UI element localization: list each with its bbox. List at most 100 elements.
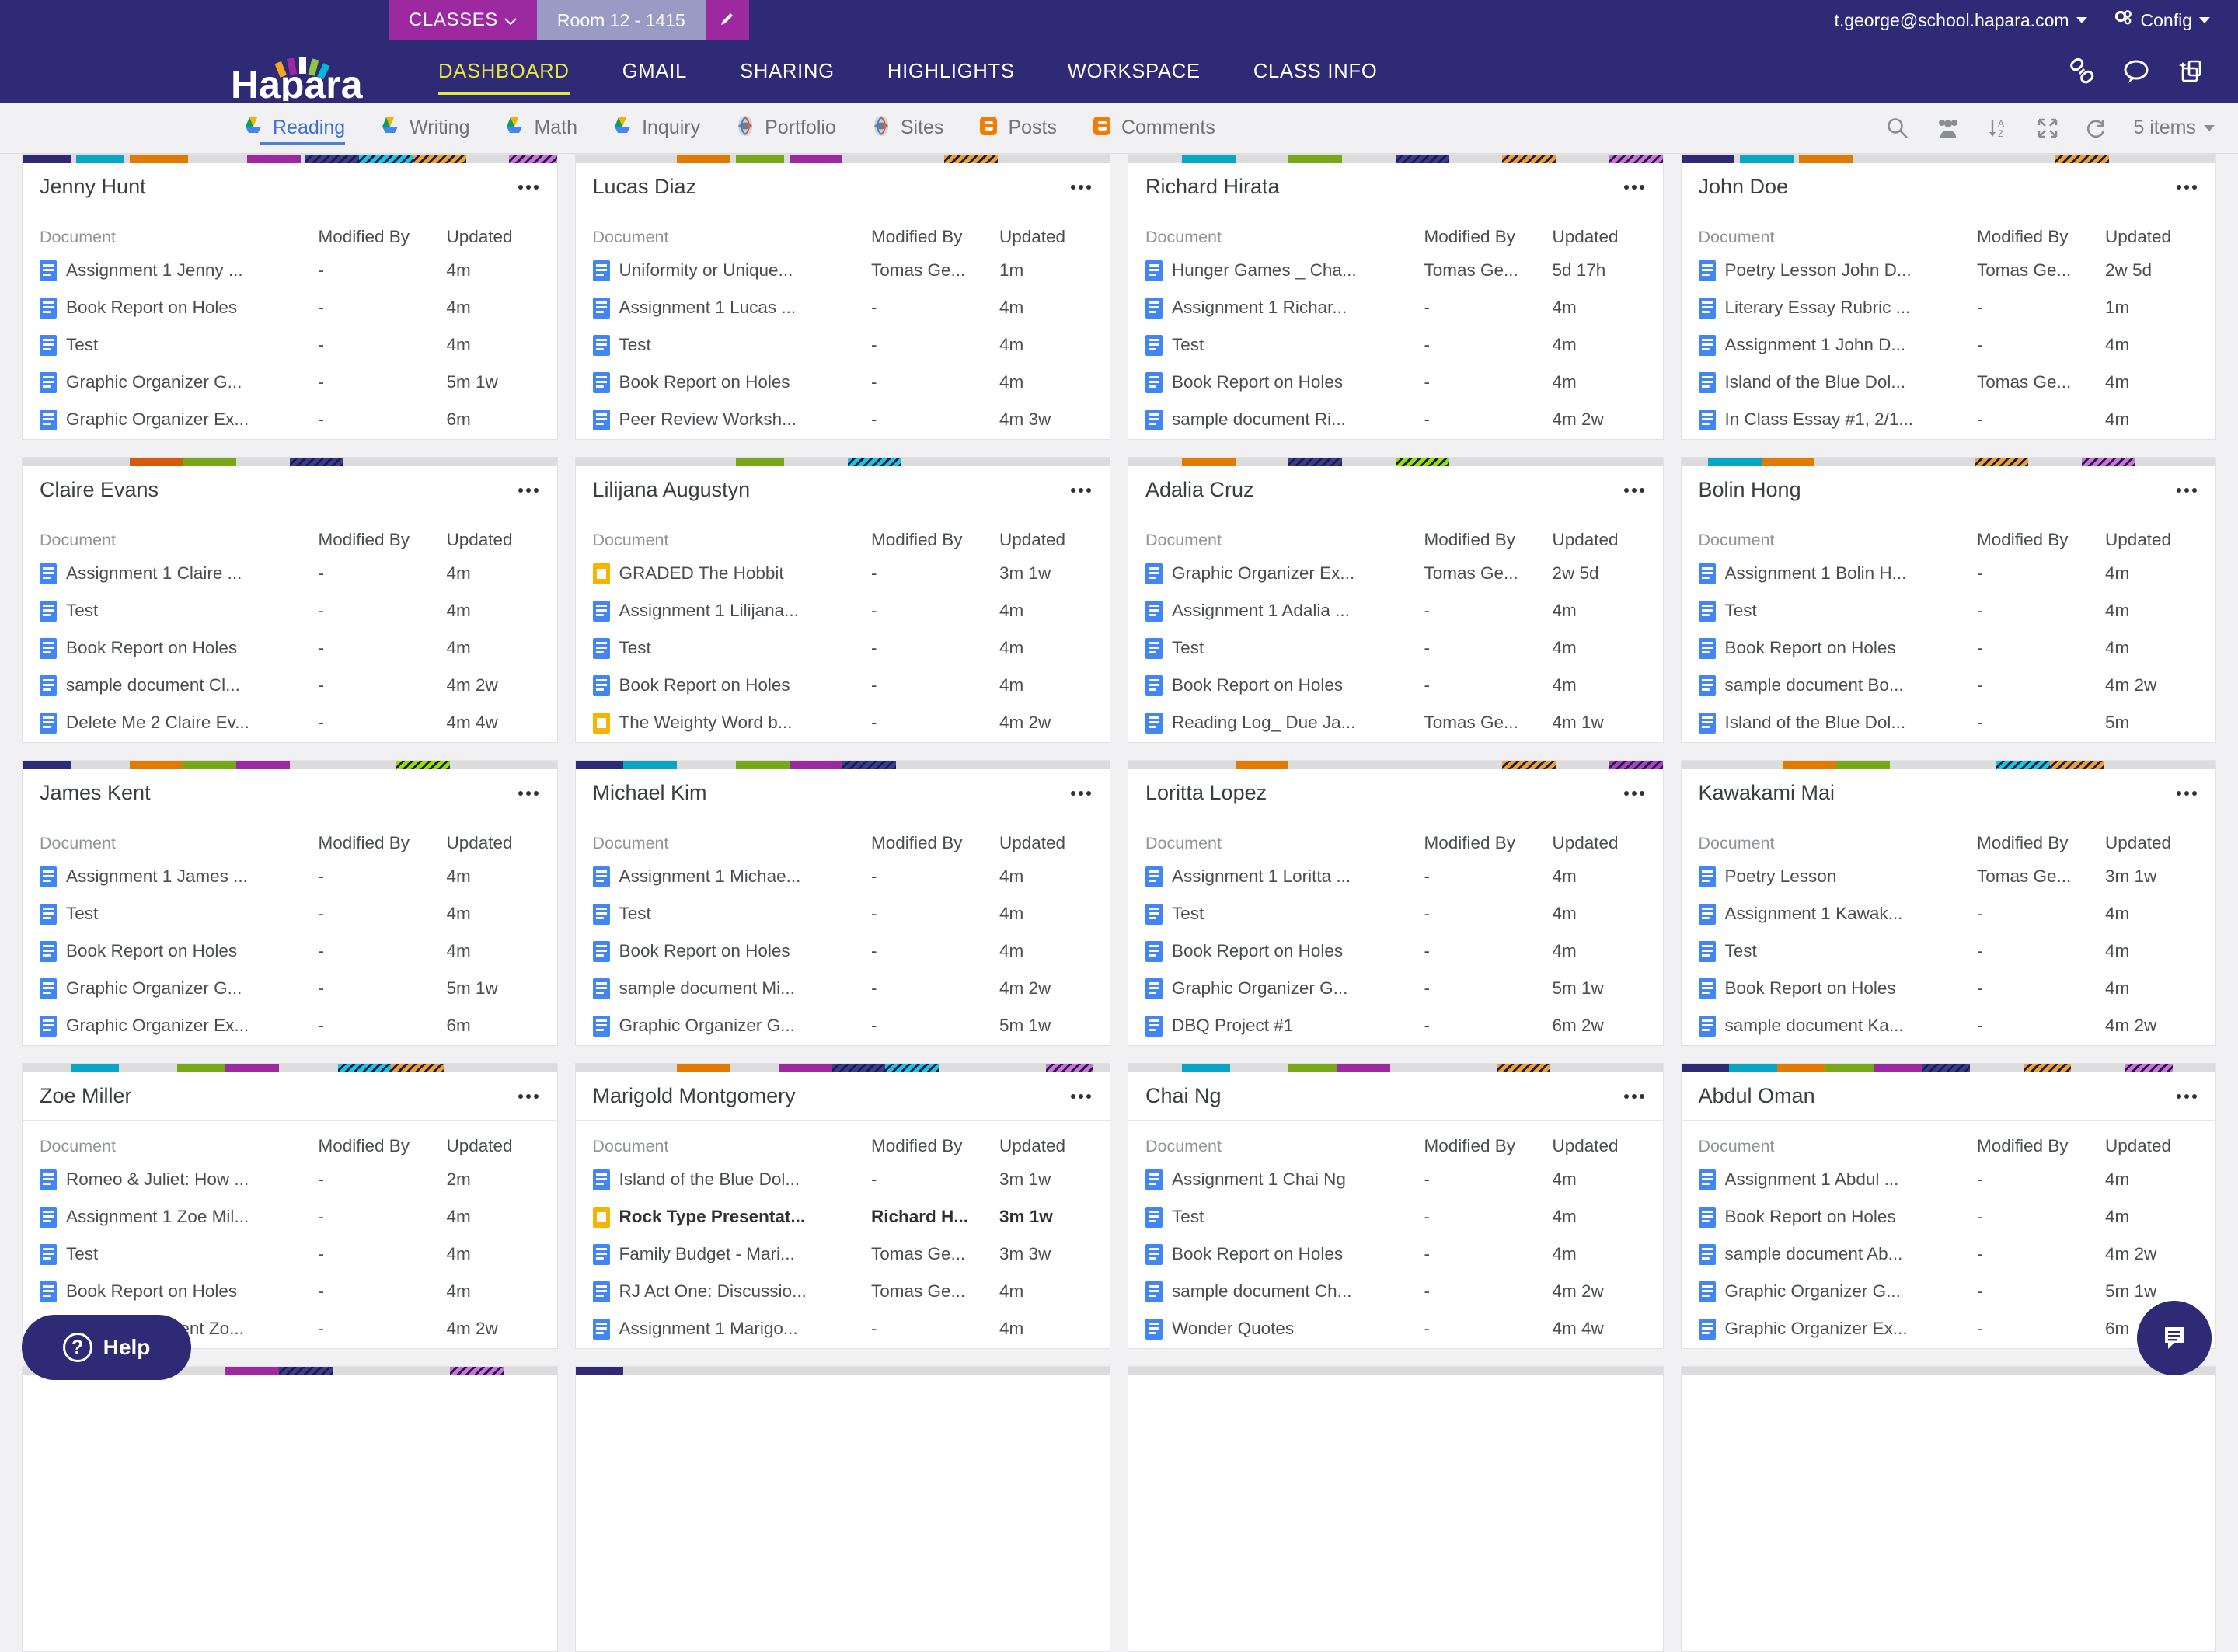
document-cell[interactable]: sample document Ka... xyxy=(1699,1016,1978,1037)
table-row[interactable]: Peer Review Worksh...-4m 3w xyxy=(593,401,1093,438)
table-row[interactable]: sample document Bo...-4m 2w xyxy=(1699,667,2199,704)
table-row[interactable]: Island of the Blue Dol...-5m xyxy=(1699,704,2199,741)
card-overflow-menu-icon[interactable] xyxy=(1623,179,1646,196)
table-row[interactable]: Graphic Organizer Ex...-6m xyxy=(1699,1310,2199,1347)
table-row[interactable]: Assignment 1 Abdul ...-4m xyxy=(1699,1161,2199,1198)
document-cell[interactable]: Island of the Blue Dol... xyxy=(593,1169,872,1190)
card-overflow-menu-icon[interactable] xyxy=(1623,482,1646,499)
nav-link-dashboard[interactable]: DASHBOARD xyxy=(412,40,596,103)
document-cell[interactable]: sample document Ch... xyxy=(1145,1281,1424,1302)
student-card[interactable]: Jenny HuntDocumentModified ByUpdatedAssi… xyxy=(22,154,558,440)
account-menu[interactable]: t.george@school.hapara.com xyxy=(1834,10,2086,31)
student-card[interactable]: James KentDocumentModified ByUpdatedAssi… xyxy=(22,760,558,1046)
table-row[interactable]: Rock Type Presentat...Richard H...3m 1w xyxy=(593,1198,1093,1236)
table-row[interactable]: Assignment 1 Michae...-4m xyxy=(593,858,1093,895)
document-cell[interactable]: Wonder Quotes xyxy=(1145,1319,1424,1340)
document-cell[interactable]: Test xyxy=(593,335,872,356)
table-row[interactable]: Assignment 1 Marigo...-4m xyxy=(593,1310,1093,1347)
edit-class-button[interactable] xyxy=(706,0,749,40)
table-row[interactable]: sample document Ri...-4m 2w xyxy=(1145,401,1646,438)
document-cell[interactable]: Book Report on Holes xyxy=(1145,372,1424,393)
nav-link-class-info[interactable]: CLASS INFO xyxy=(1227,40,1404,103)
document-cell[interactable]: Graphic Organizer G... xyxy=(40,978,319,999)
table-row[interactable]: Assignment 1 Jenny ...-4m xyxy=(40,252,540,289)
document-cell[interactable]: sample document Ab... xyxy=(1699,1244,1978,1265)
student-card[interactable]: Claire EvansDocumentModified ByUpdatedAs… xyxy=(22,457,558,743)
document-cell[interactable]: Delete Me 2 Claire Ev... xyxy=(40,713,319,734)
student-card[interactable]: John DoeDocumentModified ByUpdatedPoetry… xyxy=(1681,154,2217,440)
document-cell[interactable]: Book Report on Holes xyxy=(593,675,872,696)
document-cell[interactable]: Graphic Organizer Ex... xyxy=(1145,563,1424,584)
table-row[interactable]: Test-4m xyxy=(593,326,1093,364)
card-overflow-menu-icon[interactable] xyxy=(2175,179,2198,196)
card-overflow-menu-icon[interactable] xyxy=(1623,785,1646,802)
table-row[interactable]: Graphic Organizer G...-5m 1w xyxy=(1699,1273,2199,1310)
document-cell[interactable]: Book Report on Holes xyxy=(1699,1207,1978,1228)
student-card[interactable] xyxy=(575,1366,1111,1652)
document-cell[interactable]: Hunger Games _ Cha... xyxy=(1145,260,1424,281)
document-cell[interactable]: Book Report on Holes xyxy=(593,372,872,393)
document-cell[interactable]: Reading Log_ Due Ja... xyxy=(1145,713,1424,734)
document-cell[interactable]: Assignment 1 Adalia ... xyxy=(1145,601,1424,622)
document-cell[interactable]: Test xyxy=(40,335,319,356)
tab-comments[interactable]: Comments xyxy=(1074,103,1232,154)
table-row[interactable]: Book Report on Holes-4m xyxy=(1145,1236,1646,1273)
table-row[interactable]: Test-4m xyxy=(40,1236,540,1273)
refresh-icon[interactable] xyxy=(2085,117,2107,139)
table-row[interactable]: Graphic Organizer Ex...Tomas Ge...2w 5d xyxy=(1145,555,1646,592)
card-overflow-menu-icon[interactable] xyxy=(1069,785,1093,802)
table-row[interactable]: Poetry LessonTomas Ge...3m 1w xyxy=(1699,858,2199,895)
document-cell[interactable]: Test xyxy=(40,601,319,622)
tab-reading[interactable]: Reading xyxy=(225,103,362,154)
card-overflow-menu-icon[interactable] xyxy=(2175,1088,2198,1105)
table-row[interactable]: Graphic Organizer G...-5m 1w xyxy=(1145,970,1646,1007)
document-cell[interactable]: Test xyxy=(1145,1207,1424,1228)
card-overflow-menu-icon[interactable] xyxy=(517,785,540,802)
table-row[interactable]: Book Report on Holes-4m xyxy=(1699,970,2199,1007)
document-cell[interactable]: Test xyxy=(1145,904,1424,925)
card-overflow-menu-icon[interactable] xyxy=(517,1088,540,1105)
nav-link-highlights[interactable]: HIGHLIGHTS xyxy=(861,40,1041,103)
student-card[interactable] xyxy=(1681,1366,2217,1652)
document-cell[interactable]: Test xyxy=(1699,941,1978,962)
document-cell[interactable]: Assignment 1 Lilijana... xyxy=(593,601,872,622)
document-cell[interactable]: Assignment 1 Kawak... xyxy=(1699,904,1978,925)
table-row[interactable]: Assignment 1 Claire ...-4m xyxy=(40,555,540,592)
document-cell[interactable]: Poetry Lesson John D... xyxy=(1699,260,1978,281)
tab-portfolio[interactable]: Portfolio xyxy=(717,103,853,154)
table-row[interactable]: Assignment 1 Lilijana...-4m xyxy=(593,592,1093,629)
table-row[interactable]: Graphic Organizer G...-5m 1w xyxy=(40,364,540,401)
document-cell[interactable]: Assignment 1 Richar... xyxy=(1145,298,1424,319)
table-row[interactable]: Book Report on Holes-4m xyxy=(40,1273,540,1310)
document-cell[interactable]: Island of the Blue Dol... xyxy=(1699,372,1978,393)
table-row[interactable]: sample document Mi...-4m 2w xyxy=(593,970,1093,1007)
document-cell[interactable]: Graphic Organizer Ex... xyxy=(1699,1319,1978,1340)
card-overflow-menu-icon[interactable] xyxy=(2175,785,2198,802)
document-cell[interactable]: Test xyxy=(40,904,319,925)
student-card[interactable]: Lilijana AugustynDocumentModified ByUpda… xyxy=(575,457,1111,743)
table-row[interactable]: Assignment 1 Kawak...-4m xyxy=(1699,895,2199,932)
student-card[interactable]: Abdul OmanDocumentModified ByUpdatedAssi… xyxy=(1681,1063,2217,1349)
help-button[interactable]: ? Help xyxy=(22,1315,191,1380)
document-cell[interactable]: sample document Mi... xyxy=(593,978,872,999)
search-icon[interactable] xyxy=(1886,117,1909,140)
table-row[interactable]: Delete Me 2 Claire Ev...-4m 4w xyxy=(40,704,540,741)
document-cell[interactable]: Poetry Lesson xyxy=(1699,866,1978,887)
table-row[interactable]: Island of the Blue Dol...-3m 1w xyxy=(593,1161,1093,1198)
current-room-label[interactable]: Room 12 - 1415 xyxy=(537,0,706,40)
table-row[interactable]: sample document Ab...-4m 2w xyxy=(1699,1236,2199,1273)
table-row[interactable]: Book Report on Holes-4m xyxy=(1145,932,1646,970)
document-cell[interactable]: Book Report on Holes xyxy=(593,941,872,962)
document-cell[interactable]: Assignment 1 Chai Ng xyxy=(1145,1169,1424,1190)
document-cell[interactable]: Assignment 1 Zoe Mil... xyxy=(40,1207,319,1228)
student-card[interactable] xyxy=(22,1366,558,1652)
card-overflow-menu-icon[interactable] xyxy=(1069,1088,1093,1105)
document-cell[interactable]: Test xyxy=(40,1244,319,1265)
table-row[interactable]: Book Report on Holes-4m xyxy=(1145,667,1646,704)
table-row[interactable]: Book Report on Holes-4m xyxy=(40,932,540,970)
card-overflow-menu-icon[interactable] xyxy=(2175,482,2198,499)
document-cell[interactable]: Assignment 1 Abdul ... xyxy=(1699,1169,1978,1190)
document-cell[interactable]: Assignment 1 Marigo... xyxy=(593,1319,872,1340)
table-row[interactable]: Book Report on Holes-4m xyxy=(1699,1198,2199,1236)
document-cell[interactable]: Graphic Organizer Ex... xyxy=(40,1016,319,1037)
